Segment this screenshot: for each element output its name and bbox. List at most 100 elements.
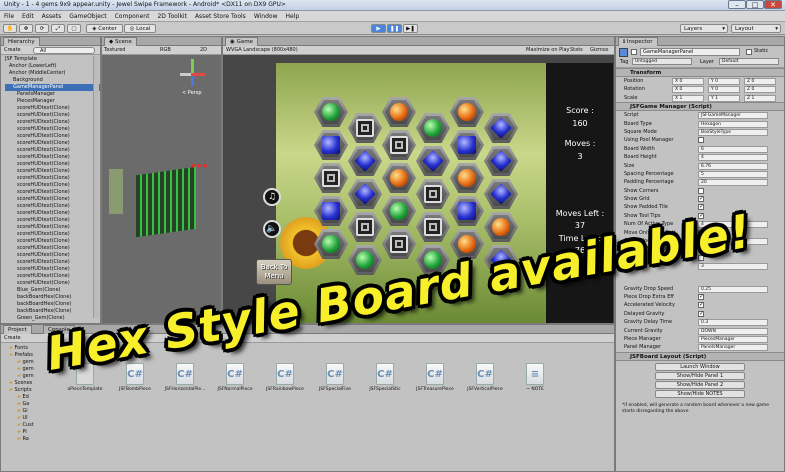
field-value[interactable]: 0.3 xyxy=(698,319,768,327)
menu-gameobject[interactable]: GameObject xyxy=(65,11,110,22)
folder-item[interactable]: ▰ Pi xyxy=(3,429,63,436)
board-layout-header[interactable]: JSFBoard Layout (Script) xyxy=(616,351,784,361)
field-checkbox[interactable] xyxy=(698,310,704,318)
board-cell[interactable] xyxy=(314,130,348,160)
green-gem[interactable] xyxy=(322,235,340,253)
board-cell[interactable] xyxy=(416,113,450,143)
field-value[interactable]: 6.76 xyxy=(698,162,768,170)
hierarchy-item[interactable]: scoreHUDtext(Clone) xyxy=(5,210,100,217)
hierarchy-item[interactable]: scoreHUDtext(Clone) xyxy=(5,175,100,182)
asset-item[interactable]: C# JSFSpecialStic xyxy=(363,363,407,392)
maximize-on-play-toggle[interactable]: Maximize on Play xyxy=(526,47,570,53)
asset-item[interactable]: ≡ ~ NOTE xyxy=(513,363,557,392)
hierarchy-item[interactable]: scoreHUDtext(Clone) xyxy=(5,161,100,168)
field-value[interactable]: 6 xyxy=(698,145,768,153)
hierarchy-item[interactable]: scoreHUDtext(Clone) xyxy=(5,252,100,259)
menu-assets[interactable]: Assets xyxy=(38,11,66,22)
block-gem[interactable] xyxy=(424,185,442,203)
toggle-panel-2-button[interactable]: Show/Hide Panel 2 xyxy=(655,380,745,389)
blue-gem[interactable] xyxy=(322,136,340,154)
transform-z-field[interactable]: Z 0 xyxy=(744,78,776,85)
transform-y-field[interactable]: Y 0 xyxy=(708,78,740,85)
tab-scene[interactable]: ◆ Scene xyxy=(104,37,137,46)
board-cell[interactable] xyxy=(450,97,484,127)
transform-z-field[interactable]: Z 0 xyxy=(744,86,776,94)
layer-dropdown[interactable]: Default xyxy=(719,58,779,65)
rotate-tool-icon[interactable]: ⟳ xyxy=(35,24,49,33)
hierarchy-item[interactable]: scoreHUDtext(Clone) xyxy=(5,126,100,133)
stats-toggle[interactable]: Stats xyxy=(570,47,583,53)
field-value[interactable]: DOWN xyxy=(698,327,768,335)
green-gem[interactable] xyxy=(322,103,340,121)
render-mode-dropdown[interactable]: Textured xyxy=(104,47,125,53)
hierarchy-item[interactable]: scoreHUDtext(Clone) xyxy=(5,105,100,112)
board-cell[interactable] xyxy=(450,196,484,226)
field-value[interactable]: 0.25 xyxy=(698,285,768,293)
blue-gem[interactable] xyxy=(322,202,340,220)
hierarchy-item[interactable]: Blue_Gem(Clone) xyxy=(5,287,100,294)
scene-gizmo[interactable]: < Persp xyxy=(178,59,208,99)
tab-hierarchy[interactable]: Hierarchy xyxy=(3,37,40,46)
sound-toggle-button[interactable]: 🔈 xyxy=(263,220,281,238)
blue-gem[interactable] xyxy=(458,136,476,154)
scale-tool-icon[interactable]: ⤢ xyxy=(51,24,65,33)
transform-x-field[interactable]: X 0 xyxy=(672,86,704,94)
hierarchy-item[interactable]: scoreHUDtext(Clone) xyxy=(5,203,100,210)
field-checkbox[interactable] xyxy=(698,137,704,144)
asset-item[interactable]: C# JSFTreasurePiece xyxy=(413,363,457,392)
field-value[interactable]: PanelsManager xyxy=(698,344,768,352)
board-cell[interactable] xyxy=(348,212,382,242)
transform-z-field[interactable]: Z 1 xyxy=(744,94,776,102)
green-gem[interactable] xyxy=(390,202,408,220)
hierarchy-item[interactable]: scoreHUDtext(Clone) xyxy=(5,182,100,189)
board-cell[interactable] xyxy=(450,163,484,193)
hierarchy-item[interactable]: scoreHUDtext(Clone) xyxy=(5,217,100,224)
menu-file[interactable]: File xyxy=(0,11,18,22)
hierarchy-item[interactable]: scoreHUDtext(Clone) xyxy=(5,273,100,280)
board-cell[interactable] xyxy=(416,146,450,176)
scrollbar[interactable] xyxy=(93,56,99,318)
gizmos-dropdown[interactable]: Gizmos xyxy=(590,47,608,53)
field-value[interactable]: BoxStyleType xyxy=(698,128,768,136)
orange-gem[interactable] xyxy=(458,169,476,187)
tab-project[interactable]: Project xyxy=(3,325,32,334)
play-button[interactable]: ▶ xyxy=(371,24,386,33)
green-gem[interactable] xyxy=(424,119,442,137)
folder-item[interactable]: ▰ Ga xyxy=(3,401,63,408)
hierarchy-item[interactable]: PanelsManager xyxy=(5,91,100,98)
hierarchy-item[interactable]: scoreHUDtext(Clone) xyxy=(5,238,100,245)
hierarchy-item[interactable]: Anchor (MiddleCenter) xyxy=(5,70,100,77)
board-cell[interactable] xyxy=(314,163,348,193)
toggle-notes-button[interactable]: Show/Hide NOTES xyxy=(655,389,745,398)
board-cell[interactable] xyxy=(348,113,382,143)
menu-window[interactable]: Window xyxy=(250,11,282,22)
folder-item[interactable]: ▰ Ra xyxy=(3,436,63,443)
block-gem[interactable] xyxy=(322,169,340,187)
board-cell[interactable] xyxy=(382,130,416,160)
board-cell[interactable] xyxy=(314,229,348,259)
transform-y-field[interactable]: Y 0 xyxy=(708,86,740,94)
board-cell[interactable] xyxy=(348,146,382,176)
minimize-button[interactable]: – xyxy=(728,0,746,9)
folder-item[interactable]: ▰ UI xyxy=(3,415,63,422)
block-gem[interactable] xyxy=(356,119,374,137)
board-cell[interactable] xyxy=(484,179,518,209)
menu-help[interactable]: Help xyxy=(281,11,303,22)
board-cell[interactable] xyxy=(382,196,416,226)
transform-x-field[interactable]: X 1 xyxy=(672,94,704,102)
game-manager-header[interactable]: JSFGame Manager (Script) xyxy=(616,102,784,112)
hand-tool-icon[interactable]: ✋ xyxy=(3,24,17,33)
board-cell[interactable] xyxy=(484,146,518,176)
asset-item[interactable]: C# JSFSpecialFive xyxy=(313,363,357,392)
menu-component[interactable]: Component xyxy=(111,11,154,22)
layers-dropdown[interactable]: Layers ▾ xyxy=(680,24,728,33)
orange-gem[interactable] xyxy=(390,103,408,121)
create-dropdown[interactable]: Create xyxy=(4,47,21,53)
hierarchy-item[interactable]: scoreHUDtext(Clone) xyxy=(5,119,100,126)
search-input[interactable]: All xyxy=(33,47,95,54)
close-button[interactable]: ✕ xyxy=(764,0,782,9)
hierarchy-item[interactable]: scoreHUDtext(Clone) xyxy=(5,140,100,147)
block-gem[interactable] xyxy=(356,218,374,236)
folder-item[interactable]: ▰ Cust xyxy=(3,422,63,429)
hierarchy-item[interactable]: scoreHUDtext(Clone) xyxy=(5,154,100,161)
